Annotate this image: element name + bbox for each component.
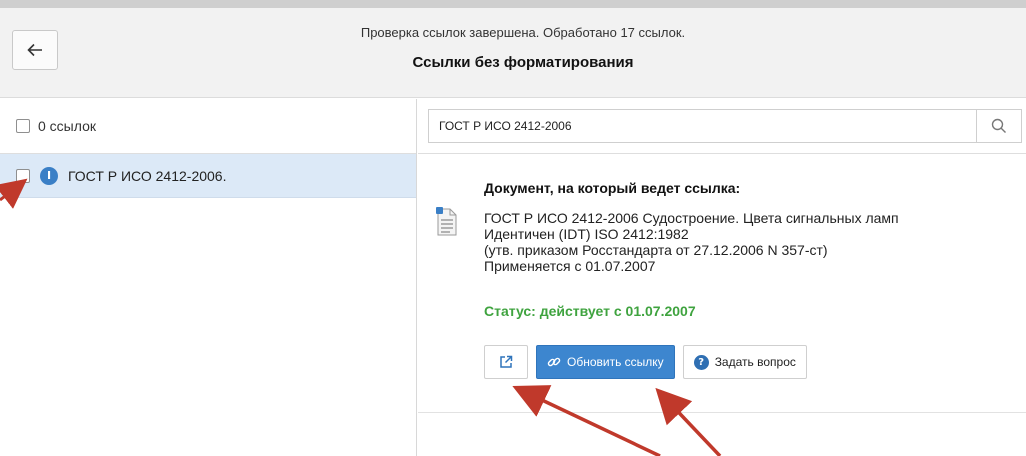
reference-label: ГОСТ Р ИСО 2412-2006. xyxy=(68,167,227,184)
search-input[interactable] xyxy=(428,109,995,143)
select-all-row[interactable]: 0 ссылок xyxy=(0,99,416,154)
search-button[interactable] xyxy=(976,109,1022,143)
page-header: Проверка ссылок завершена. Обработано 17… xyxy=(0,8,1026,98)
page-title: Ссылки без форматирования xyxy=(412,54,634,71)
document-heading: Документ, на который ведет ссылка: xyxy=(484,180,741,196)
select-all-checkbox[interactable] xyxy=(16,119,30,133)
references-list-panel: 0 ссылок I ГОСТ Р ИСО 2412-2006. xyxy=(0,99,417,456)
external-link-icon xyxy=(500,355,513,368)
update-link-label: Обновить ссылку xyxy=(567,355,664,369)
status-line: Проверка ссылок завершена. Обработано 17… xyxy=(360,25,686,40)
document-status: Статус: действует с 01.07.2007 xyxy=(484,303,696,319)
item-checkbox[interactable] xyxy=(16,168,30,183)
document-line: Идентичен (IDT) ISO 2412:1982 xyxy=(484,226,689,242)
document-line: Применяется с 01.07.2007 xyxy=(484,258,656,274)
document-info: Документ, на который ведет ссылка: ГОСТ … xyxy=(418,155,1026,413)
search-icon xyxy=(991,118,1006,133)
open-document-button[interactable] xyxy=(484,345,528,379)
ask-question-button[interactable]: ? Задать вопрос xyxy=(682,345,807,379)
reference-details-panel: Документ, на который ведет ссылка: ГОСТ … xyxy=(418,99,1026,456)
update-link-button[interactable]: Обновить ссылку xyxy=(536,345,675,379)
window-top-strip xyxy=(0,0,1026,8)
document-line: ГОСТ Р ИСО 2412-2006 Судостроение. Цвета… xyxy=(484,210,899,226)
question-icon: ? xyxy=(693,354,709,370)
references-count-label: 0 ссылок xyxy=(38,118,96,134)
info-icon: I xyxy=(40,166,58,185)
document-icon xyxy=(436,207,457,236)
document-description: ГОСТ Р ИСО 2412-2006 Судостроение. Цвета… xyxy=(484,210,899,274)
ask-question-label: Задать вопрос xyxy=(714,355,796,369)
action-buttons: Обновить ссылку ? Задать вопрос xyxy=(484,345,807,379)
search-bar xyxy=(418,99,1026,154)
document-line: (утв. приказом Росстандарта от 27.12.200… xyxy=(484,242,828,258)
link-icon xyxy=(547,357,561,367)
list-item[interactable]: I ГОСТ Р ИСО 2412-2006. xyxy=(0,154,416,198)
